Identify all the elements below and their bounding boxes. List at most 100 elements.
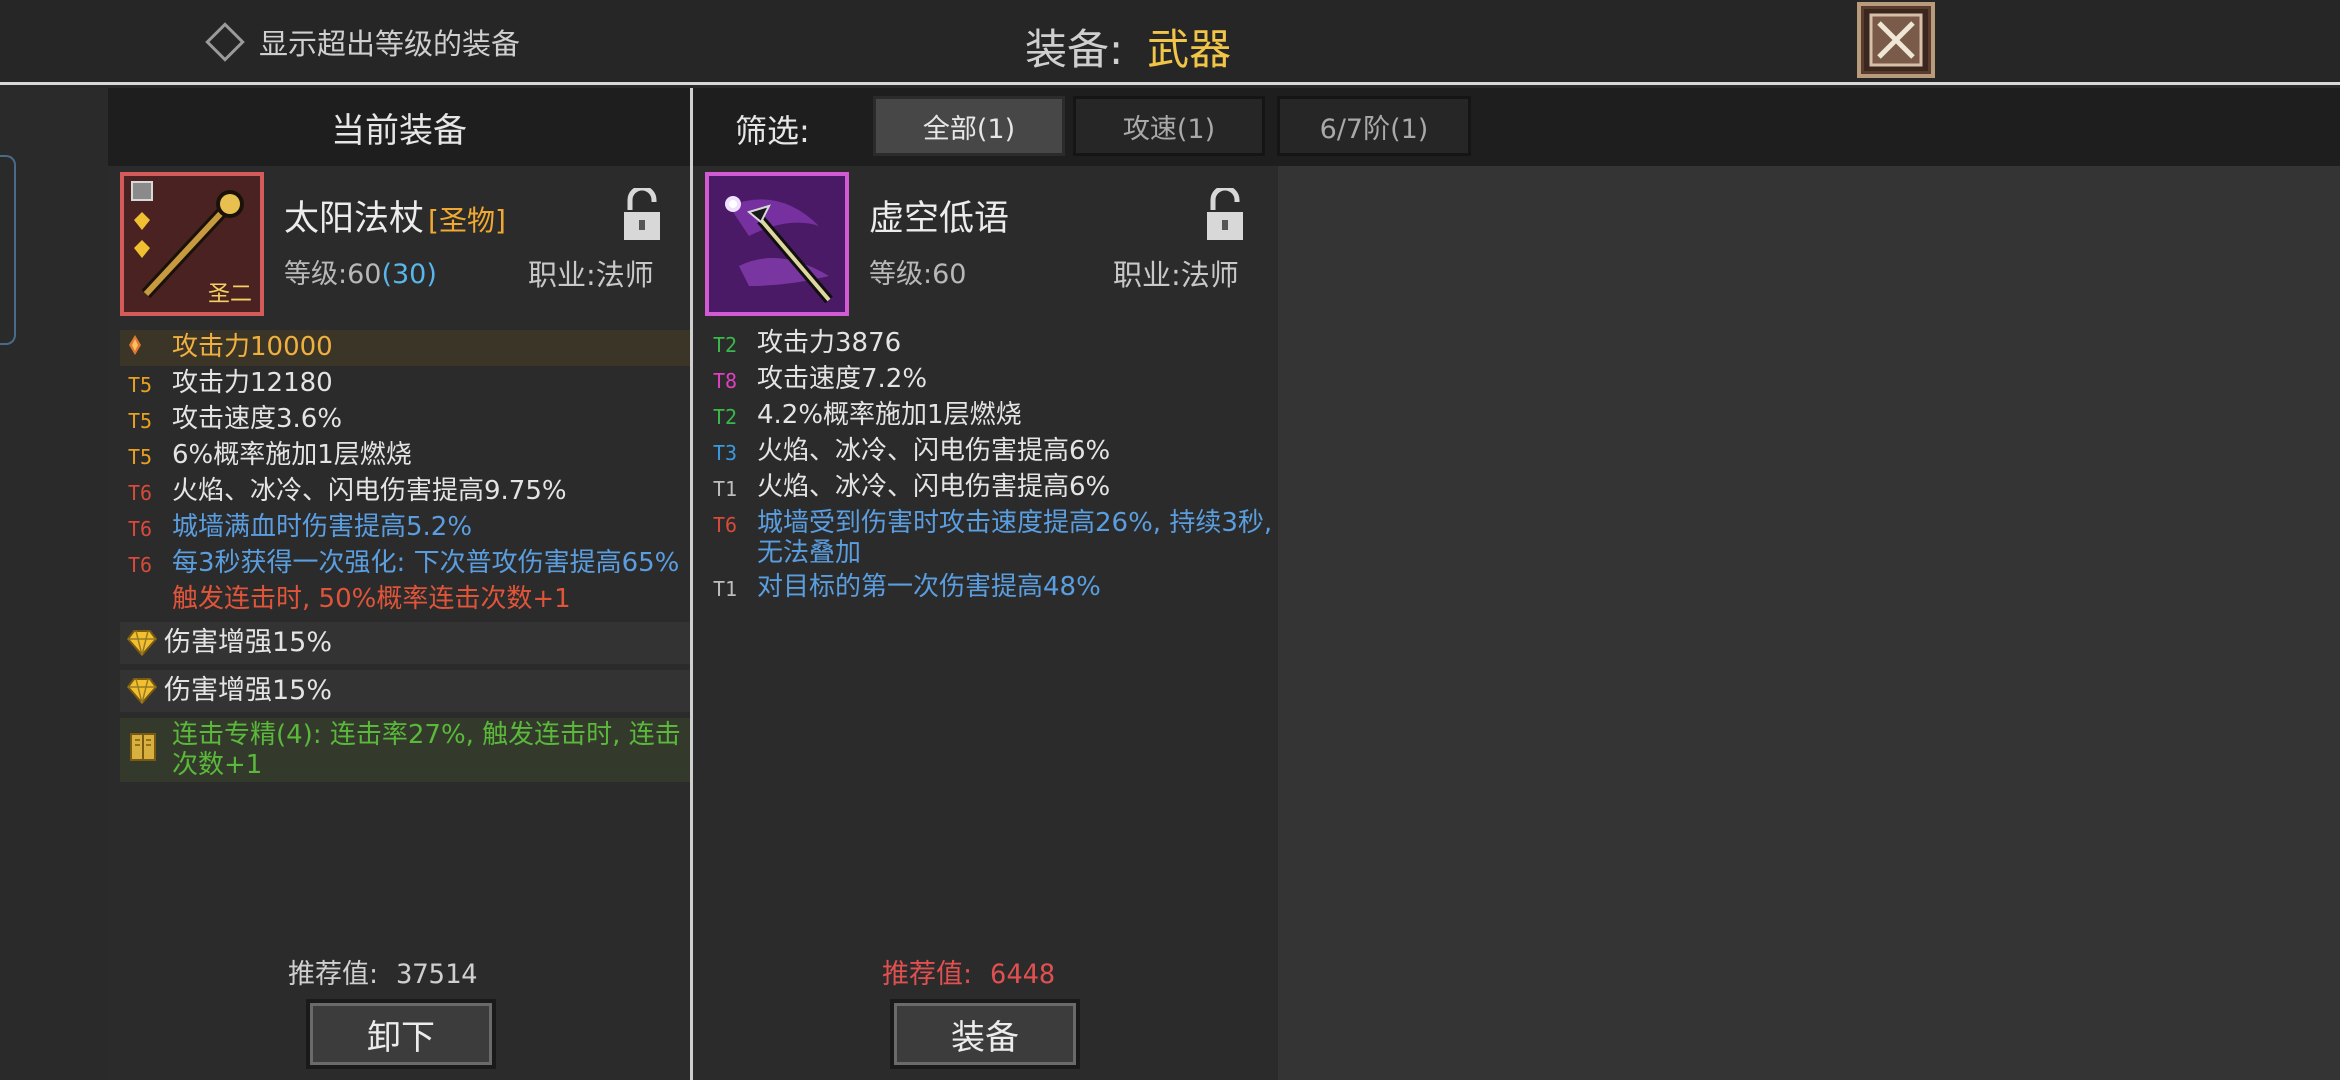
job-label: 职业:: [528, 258, 596, 292]
level-value: 60: [347, 259, 382, 290]
job-value: 法师: [1180, 258, 1239, 292]
current-stat-row: T5 攻击速度3.6%: [120, 402, 690, 438]
current-stat-row: T5 6%概率施加1层燃烧: [120, 438, 690, 474]
stat-tier: T3: [713, 441, 738, 465]
candidate-stat-row: T2 攻击力3876: [705, 326, 1275, 362]
filter-tab-all[interactable]: 全部(1): [873, 96, 1065, 156]
current-item-badge: 圣二: [207, 282, 252, 307]
candidate-stat-row: T3 火焰、冰冷、闪电伤害提高6%: [705, 434, 1275, 470]
close-button[interactable]: [1857, 2, 1935, 78]
current-stat-row: T5 攻击力12180: [120, 366, 690, 402]
level-extra: (30): [381, 259, 437, 290]
stat-text: 6%概率施加1层燃烧: [172, 440, 412, 470]
stat-text: 火焰、冰冷、闪电伤害提高6%: [757, 436, 1111, 466]
current-item-level: 等级:60(30): [284, 252, 437, 291]
candidate-item-icon[interactable]: [705, 172, 849, 316]
void-staff-icon: [709, 176, 845, 312]
candidate-item-level: 等级:60: [869, 252, 966, 291]
stat-tier: T6: [128, 553, 153, 577]
stat-tier: T2: [713, 405, 738, 429]
skill-book-row[interactable]: 连击专精(4): 连击率27%, 触发连击时, 连击次数+1: [120, 718, 690, 782]
page-title: 装备: 武器: [1025, 16, 1231, 77]
stat-text: 攻击力12180: [172, 368, 333, 398]
current-item-icon[interactable]: 圣二: [120, 172, 264, 316]
candidate-recommend: 推荐值: 6448: [882, 952, 1055, 991]
job-label: 职业:: [1113, 258, 1181, 292]
yellow-gem-icon: [120, 629, 164, 657]
yellow-gem-icon: [120, 677, 164, 705]
filter-bar: 筛选: 全部(1) 攻速(1) 6/7阶(1): [693, 88, 2340, 166]
current-item-name: 太阳法杖: [284, 199, 425, 239]
skill-book-text: 连击专精(4): 连击率27%, 触发连击时, 连击次数+1: [172, 720, 681, 780]
stat-tier: T5: [128, 445, 153, 469]
gem-row[interactable]: 伤害增强15%: [120, 622, 690, 664]
side-drawer-handle[interactable]: [0, 155, 16, 345]
stat-text: 4.2%概率施加1层燃烧: [757, 400, 1022, 430]
current-item-name-line: 太阳法杖 [圣物]: [284, 190, 506, 241]
filter-tab-attack-speed[interactable]: 攻速(1): [1073, 96, 1265, 156]
current-stat-row: T6 火焰、冰冷、闪电伤害提高9.75%: [120, 474, 690, 510]
candidate-item-stats: T2 攻击力3876 T8 攻击速度7.2% T2 4.2%概率施加1层燃烧 T3 火焰、冰冷…: [705, 326, 1275, 606]
current-stat-row: 攻击力10000: [120, 330, 690, 366]
candidate-stat-row: T2 4.2%概率施加1层燃烧: [705, 398, 1275, 434]
flame-icon: [120, 332, 172, 364]
title-label: 装备:: [1025, 25, 1124, 74]
level-value: 60: [932, 259, 967, 290]
current-item-card[interactable]: 圣二 太阳法杖 [圣物] 等级:60(30) 职业:法师: [120, 172, 680, 316]
recommend-value: 6448: [990, 959, 1056, 990]
stat-tier: T5: [128, 409, 153, 433]
stat-text: 攻击速度3.6%: [172, 404, 343, 434]
gem-text: 伤害增强15%: [164, 675, 333, 706]
stat-text: 城墙受到伤害时攻击速度提高26%, 持续3秒, 无法叠加: [757, 508, 1273, 568]
current-item-stats: 攻击力10000 T5 攻击力12180 T5 攻击速度3.6% T5 6%概率施加1层燃烧…: [120, 330, 690, 782]
stat-text: 对目标的第一次伤害提高48%: [757, 572, 1101, 602]
stat-text: 每3秒获得一次强化: 下次普攻伤害提高65%: [172, 548, 680, 578]
unlocked-padlock-icon[interactable]: [1205, 188, 1245, 242]
current-stat-row: T6 城墙满血时伤害提高5.2%: [120, 510, 690, 546]
equip-button[interactable]: 装备: [890, 999, 1080, 1069]
stat-tier: T6: [128, 517, 153, 541]
gem-text: 伤害增强15%: [164, 627, 333, 658]
stat-text: 攻击力10000: [172, 332, 333, 362]
stat-text: 攻击速度7.2%: [757, 364, 928, 394]
recommend-label: 推荐值:: [288, 959, 379, 990]
filter-tab-tier-6-7[interactable]: 6/7阶(1): [1277, 96, 1471, 156]
skill-book-icon: [120, 729, 172, 771]
current-item-job: 职业:法师: [528, 252, 654, 294]
gem-row[interactable]: 伤害增强15%: [120, 670, 690, 712]
stat-tier: T1: [713, 577, 738, 601]
candidate-stat-row: T1 火焰、冰冷、闪电伤害提高6%: [705, 470, 1275, 506]
stat-tier: T6: [128, 481, 153, 505]
stat-text: 攻击力3876: [757, 328, 902, 358]
current-equipment-header: 当前装备: [108, 88, 690, 166]
diamond-checkbox-icon[interactable]: [205, 22, 245, 62]
candidate-item-card[interactable]: 虚空低语 等级:60 职业:法师: [705, 172, 1265, 316]
close-x-icon: [1869, 13, 1923, 67]
current-stat-row: 触发连击时, 50%概率连击次数+1: [120, 582, 690, 616]
job-value: 法师: [595, 258, 654, 292]
stat-tier: T1: [713, 477, 738, 501]
empty-list-area: [1278, 166, 2340, 1080]
stat-text: 触发连击时, 50%概率连击次数+1: [172, 584, 571, 614]
show-over-level-toggle[interactable]: 显示超出等级的装备: [205, 20, 520, 64]
unequip-button[interactable]: 卸下: [306, 999, 496, 1069]
candidate-stat-row: T1 对目标的第一次伤害提高48%: [705, 570, 1275, 606]
stat-tier: T5: [128, 373, 153, 397]
stat-text: 城墙满血时伤害提高5.2%: [172, 512, 473, 542]
filter-label: 筛选:: [735, 112, 810, 150]
recommend-value: 37514: [396, 959, 478, 990]
candidate-item-job: 职业:法师: [1113, 252, 1239, 294]
unlocked-padlock-icon[interactable]: [622, 188, 662, 242]
candidate-stat-row: T6 城墙受到伤害时攻击速度提高26%, 持续3秒, 无法叠加: [705, 506, 1275, 570]
current-recommend: 推荐值: 37514: [288, 952, 477, 991]
recommend-label: 推荐值:: [882, 959, 973, 990]
stat-tier: T8: [713, 369, 738, 393]
current-item-tag: [圣物]: [428, 204, 506, 237]
stat-text: 火焰、冰冷、闪电伤害提高6%: [757, 472, 1111, 502]
level-label: 等级:: [869, 259, 933, 290]
current-stat-row: T6 每3秒获得一次强化: 下次普攻伤害提高65%: [120, 546, 690, 582]
stat-tier: [120, 584, 172, 586]
show-over-level-label: 显示超出等级的装备: [259, 27, 521, 61]
candidate-item-name: 虚空低语: [869, 199, 1010, 239]
stat-tier: T2: [713, 333, 738, 357]
